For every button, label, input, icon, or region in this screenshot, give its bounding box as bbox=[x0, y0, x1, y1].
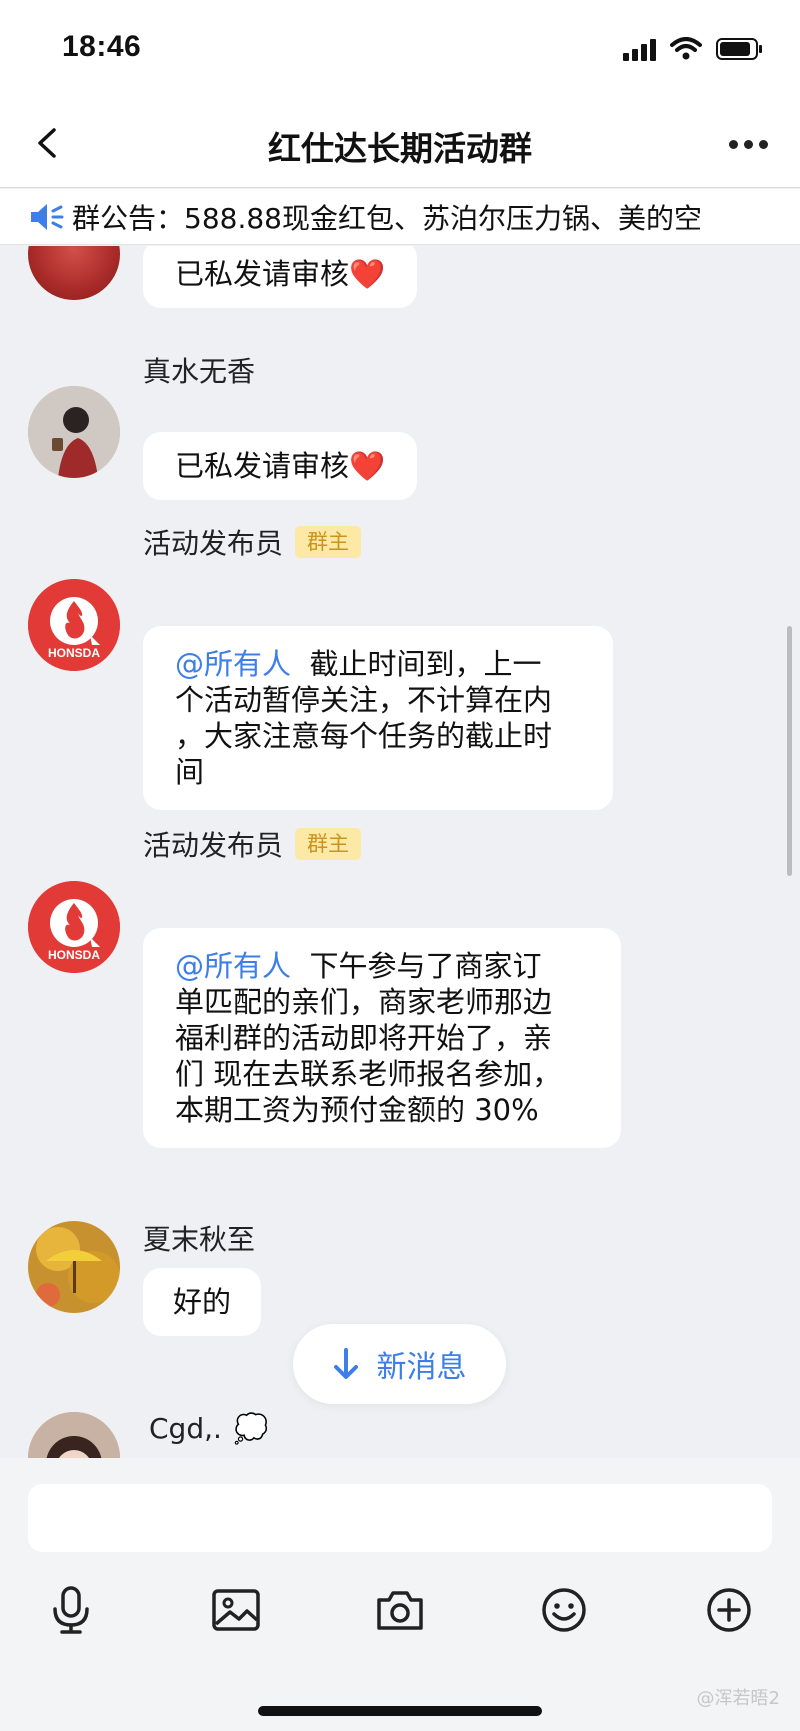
avatar[interactable] bbox=[28, 246, 120, 300]
message-input[interactable] bbox=[28, 1484, 772, 1552]
more-options-button[interactable] bbox=[720, 122, 776, 166]
heart-emoji: ❤️ bbox=[349, 257, 386, 291]
cellular-signal-icon bbox=[623, 37, 656, 61]
avatar[interactable]: HONSDA bbox=[28, 579, 120, 671]
status-icons bbox=[623, 34, 764, 64]
status-bar: 18:46 bbox=[0, 0, 800, 100]
avatar-girl-image bbox=[28, 1412, 120, 1458]
message-line: 个活动暂停关注，不计算在内 bbox=[175, 683, 553, 717]
message-bubble[interactable]: 好的 bbox=[143, 1268, 262, 1336]
image-icon bbox=[212, 1589, 260, 1631]
message-line: 本期工资为预付金额的 30% bbox=[175, 1093, 539, 1127]
sender-name: 活动发布员 群主 bbox=[143, 824, 362, 864]
message-line: 福利群的活动即将开始了，亲 bbox=[175, 1021, 553, 1055]
microphone-icon bbox=[53, 1586, 89, 1634]
new-messages-button[interactable]: 新消息 bbox=[293, 1324, 506, 1404]
mention-all[interactable]: @所有人 bbox=[175, 647, 291, 681]
message-line: @所有人 下午参与了商家订 bbox=[175, 948, 589, 984]
message-line: ，大家注意每个任务的截止时 bbox=[175, 719, 553, 753]
image-button[interactable] bbox=[206, 1580, 266, 1640]
message-bubble[interactable]: 已私发请审核❤️ bbox=[143, 432, 418, 500]
sender-name: 夏末秋至 bbox=[143, 1218, 255, 1258]
camera-button[interactable] bbox=[370, 1580, 430, 1640]
announcement-label: 群公告： bbox=[72, 201, 185, 235]
sender-name: 真水无香 bbox=[143, 350, 255, 390]
sender-name: Cgd,. 💭 bbox=[149, 1412, 269, 1445]
announcement-text: 588.88现金红包、苏泊尔压力锅、美的空 bbox=[184, 201, 702, 235]
avatar-portrait-image bbox=[28, 386, 120, 478]
owner-badge: 群主 bbox=[295, 526, 362, 558]
avatar[interactable] bbox=[28, 386, 120, 478]
new-messages-label: 新消息 bbox=[376, 1350, 467, 1385]
voice-button[interactable] bbox=[41, 1580, 101, 1640]
avatar-logo-text: HONSDA bbox=[48, 646, 100, 660]
status-time: 18:46 bbox=[62, 30, 142, 63]
battery-icon bbox=[716, 38, 762, 60]
avatar-autumn-image bbox=[28, 1221, 120, 1313]
avatar[interactable] bbox=[28, 1221, 120, 1313]
message-text: 已私发请审核 bbox=[175, 449, 350, 483]
message-line: 们 现在去联系老师报名参加， bbox=[175, 1057, 562, 1091]
owner-badge: 群主 bbox=[295, 828, 362, 860]
avatar-logo-text: HONSDA bbox=[48, 948, 100, 962]
message-line: 单匹配的亲们，商家老师那边 bbox=[175, 985, 553, 1019]
message-line: @所有人 截止时间到，上一 bbox=[175, 646, 581, 682]
message-bubble[interactable]: @所有人 下午参与了商家订 单匹配的亲们，商家老师那边 福利群的活动即将开始了，… bbox=[143, 928, 621, 1148]
scrollbar[interactable] bbox=[787, 626, 792, 876]
message-text: 截止时间到，上一 bbox=[309, 647, 542, 681]
message-text: 下午参与了商家订 bbox=[309, 949, 542, 983]
message-text: 已私发请审核 bbox=[175, 257, 350, 291]
sender-name-text: 夏末秋至 bbox=[143, 1223, 256, 1256]
sender-name-text: 活动发布员 bbox=[143, 829, 284, 862]
message-bubble[interactable]: @所有人 截止时间到，上一 个活动暂停关注，不计算在内 ，大家注意每个任务的截止… bbox=[143, 626, 613, 810]
heart-emoji: ❤️ bbox=[349, 449, 386, 483]
more-actions-button[interactable] bbox=[699, 1580, 759, 1640]
sender-name-text: 真水无香 bbox=[143, 355, 256, 388]
emoji-button[interactable] bbox=[534, 1580, 594, 1640]
emoji-icon bbox=[542, 1588, 586, 1632]
more-dot-icon bbox=[728, 139, 738, 149]
chat-message-list[interactable]: 已私发请审核❤️ 真水无香 已私发请审核❤️ HONSDA 活动发布员 群主 @… bbox=[0, 246, 800, 1458]
message-bubble[interactable]: 已私发请审核❤️ bbox=[143, 246, 418, 308]
wifi-icon bbox=[670, 37, 702, 60]
mention-all[interactable]: @所有人 bbox=[175, 949, 291, 983]
sender-name-text: 活动发布员 bbox=[143, 527, 284, 560]
message-line: 间 bbox=[175, 755, 205, 789]
more-dot-icon bbox=[758, 139, 768, 149]
home-indicator[interactable] bbox=[258, 1706, 542, 1716]
message-text: 好的 bbox=[173, 1285, 232, 1319]
sender-name-text: Cgd,. bbox=[149, 1412, 222, 1445]
group-announcement[interactable]: 群公告： 588.88现金红包、苏泊尔压力锅、美的空 bbox=[0, 189, 800, 245]
avatar[interactable]: HONSDA bbox=[28, 881, 120, 973]
speaker-icon bbox=[31, 203, 64, 230]
arrow-down-icon bbox=[333, 1348, 358, 1379]
plus-icon bbox=[707, 1588, 751, 1632]
input-area: @浑若晤2 bbox=[0, 1458, 800, 1731]
honsda-logo-icon: HONSDA bbox=[28, 579, 120, 671]
avatar[interactable] bbox=[28, 1412, 120, 1458]
sender-name: 活动发布员 群主 bbox=[143, 522, 362, 562]
honsda-logo-icon: HONSDA bbox=[28, 881, 120, 973]
nav-bar: 红仕达长期活动群 bbox=[0, 100, 800, 188]
more-dot-icon bbox=[743, 139, 753, 149]
chat-title: 红仕达长期活动群 bbox=[268, 129, 532, 168]
watermark-text: @浑若晤2 bbox=[696, 1688, 780, 1709]
camera-icon bbox=[377, 1591, 423, 1630]
thought-bubble-icon: 💭 bbox=[233, 1412, 269, 1445]
